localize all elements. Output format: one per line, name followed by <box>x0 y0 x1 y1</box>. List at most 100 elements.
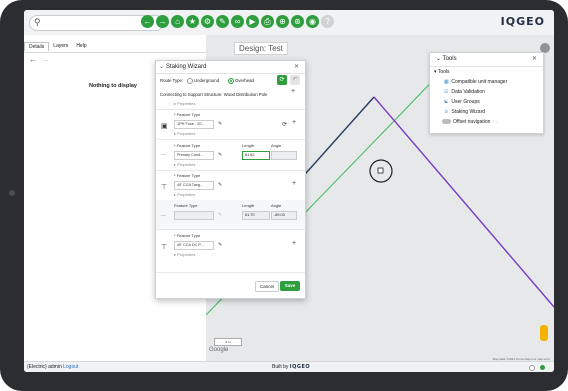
properties-toggle[interactable]: ▸ Properties <box>174 131 195 136</box>
pencil-icon[interactable]: ✎ <box>218 121 222 127</box>
tab-help[interactable]: Help <box>72 42 90 51</box>
empty-message: Nothing to display <box>89 83 137 89</box>
forward-tool-icon[interactable]: → <box>156 15 169 28</box>
logout-link[interactable]: Logout <box>63 364 78 370</box>
camera-tool-icon[interactable]: ◉ <box>306 15 319 28</box>
properties-toggle[interactable]: ▸ Properties <box>174 252 195 257</box>
close-icon[interactable]: ✕ <box>532 53 537 66</box>
tool-item-compatible-unit-manager[interactable]: ▦ Compatible unit manager <box>444 79 507 85</box>
details-navigation: ← → <box>29 55 49 64</box>
app-screen: ⚲ ← → ⌂ ★ ⚙ ✎ ∞ ▶ ⎙ ⊕ ⊛ ◉ ? IQGEO Detail… <box>24 10 554 372</box>
add-icon[interactable]: + <box>292 119 296 126</box>
design-title: Design: Test <box>234 42 288 55</box>
tool-item-offset-navigation[interactable]: Offset navigation ↑ ↓ <box>442 119 498 125</box>
home-tool-icon[interactable]: ⌂ <box>171 15 184 28</box>
properties-toggle[interactable]: ▸ Properties <box>174 162 195 167</box>
star-tool-icon[interactable]: ★ <box>186 15 199 28</box>
feature-type-select[interactable]: 40' CCA DC P... <box>174 241 214 250</box>
arrow-left-icon[interactable]: ← <box>29 55 37 64</box>
toggle-icon[interactable] <box>442 119 451 125</box>
route-option-underground[interactable]: Underground <box>187 78 219 84</box>
tool-item-data-validation[interactable]: ☑ Data Validation <box>444 89 485 95</box>
refresh-icon[interactable]: ⟳ <box>282 121 287 128</box>
design-title-label: Design: Test <box>239 44 283 53</box>
angle-input[interactable] <box>271 151 297 160</box>
fuse-icon: ▣ <box>161 123 168 130</box>
pencil-icon[interactable]: ✎ <box>218 182 222 188</box>
add-icon[interactable]: + <box>292 180 296 187</box>
angle-input[interactable]: -89.03 <box>271 211 297 220</box>
tool-item-label: Offset navigation <box>453 119 491 125</box>
home-button[interactable] <box>9 190 15 196</box>
tablet-frame: ⚲ ← → ⌂ ★ ⚙ ✎ ∞ ▶ ⎙ ⊕ ⊛ ◉ ? IQGEO Detail… <box>0 0 568 391</box>
tool-item-staking-wizard[interactable]: ✰ Staking Wizard <box>444 109 485 115</box>
add-icon[interactable]: + <box>291 88 295 95</box>
offline-status-icon[interactable] <box>529 365 535 371</box>
trace-tool-icon[interactable]: ⊛ <box>291 15 304 28</box>
refresh-icon[interactable]: ⟳ <box>277 75 287 85</box>
radio-icon[interactable] <box>187 78 193 84</box>
properties-label: Properties <box>177 101 196 106</box>
print-tool-icon[interactable]: ⎙ <box>261 15 274 28</box>
scale-bar: 5 m <box>214 338 242 346</box>
gear-tool-icon[interactable]: ⚙ <box>201 15 214 28</box>
divider <box>156 229 305 230</box>
chevron-down-icon[interactable]: ⌄ <box>159 61 164 73</box>
status-bar: (Electric) admin Logout Built by IQGEO <box>24 361 554 372</box>
tools-header: ⌄ Tools ✕ <box>430 53 543 67</box>
feature-type-select[interactable]: 1PH Fuse - 20... <box>174 120 214 129</box>
built-by-brand: IQGEO <box>289 364 311 370</box>
tools-root[interactable]: ▾ Tools <box>434 69 450 75</box>
cancel-button[interactable]: Cancel <box>255 281 279 292</box>
properties-label: Properties <box>177 131 196 136</box>
angle-label: Angle <box>271 143 282 148</box>
chevron-down-icon[interactable]: ⌄ <box>436 56 441 62</box>
properties-label: Properties <box>177 252 196 257</box>
properties-label: Properties <box>177 192 196 197</box>
close-icon[interactable]: ✕ <box>294 61 299 73</box>
tab-details[interactable]: Details <box>24 42 50 51</box>
tools-panel: ⌄ Tools ✕ ▾ Tools ▦ Compatible unit mana… <box>429 52 544 134</box>
pencil-icon[interactable]: ✎ <box>218 242 222 248</box>
feature-type-label: * Feature Type <box>174 112 201 117</box>
feature-type-select[interactable]: Primary Cond... <box>174 151 214 160</box>
save-button[interactable]: Save <box>280 281 300 291</box>
tool-item-label: User Groups <box>451 99 480 105</box>
pencil-tool-icon[interactable]: ✎ <box>216 15 229 28</box>
radio-selected-icon[interactable] <box>228 78 234 84</box>
pegman-icon[interactable] <box>540 325 548 341</box>
add-icon[interactable]: + <box>292 240 296 247</box>
undo-icon[interactable]: ↶ <box>290 75 300 85</box>
divider <box>156 170 305 171</box>
arrow-up-down-icon[interactable]: ↑ ↓ <box>492 119 498 125</box>
length-label: Length <box>242 203 255 208</box>
properties-toggle[interactable]: ▸ Properties <box>174 192 195 197</box>
feature-type-select[interactable] <box>174 211 214 220</box>
tool-item-user-groups[interactable]: ☯ User Groups <box>444 99 480 105</box>
online-status-icon[interactable] <box>540 365 545 370</box>
feature-type-label: Feature Type <box>174 203 198 208</box>
tool-item-label: Compatible unit manager <box>451 79 508 85</box>
back-tool-icon[interactable]: ← <box>141 15 154 28</box>
tab-layers[interactable]: Layers <box>49 42 72 51</box>
built-by-label: Built by <box>272 364 289 370</box>
user-info: (Electric) admin Logout <box>27 362 78 372</box>
arrow-right-icon[interactable]: → <box>41 55 49 64</box>
feature-type-select[interactable]: 45' CCA Tang... <box>174 181 214 190</box>
length-input[interactable]: 61.70 <box>242 211 270 220</box>
validation-icon: ☑ <box>444 89 449 95</box>
network-tool-icon[interactable]: ⊕ <box>276 15 289 28</box>
groups-icon: ☯ <box>444 99 449 105</box>
properties-toggle[interactable]: ▸ Properties <box>174 101 195 106</box>
link-tool-icon[interactable]: ∞ <box>231 15 244 28</box>
pencil-icon[interactable]: ✎ <box>218 152 222 158</box>
wizard-title: Staking Wizard <box>166 64 207 70</box>
staking-wizard-dialog: ⌄ Staking Wizard ✕ Route Type: Undergrou… <box>155 60 306 299</box>
help-tool-icon[interactable]: ? <box>321 15 334 28</box>
pole-marker-center[interactable] <box>377 167 384 174</box>
measure-tool-icon[interactable]: ▶ <box>246 15 259 28</box>
conductor-icon: ╌╌ <box>161 213 166 218</box>
length-input[interactable]: 61.62 <box>242 151 270 160</box>
route-option-overhead[interactable]: Overhead <box>228 78 254 84</box>
pencil-icon[interactable]: ✎ <box>218 212 222 218</box>
